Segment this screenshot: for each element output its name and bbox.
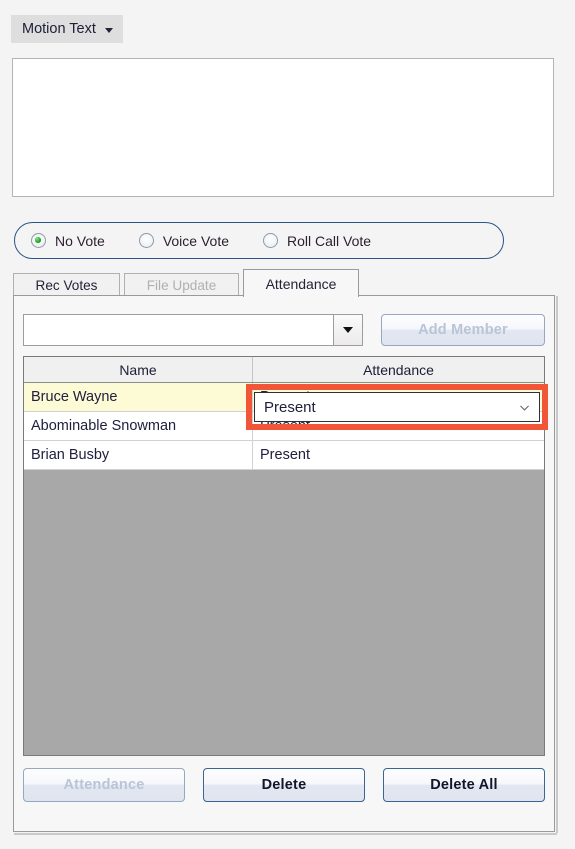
column-header-name-label: Name (119, 361, 157, 378)
tab-attendance[interactable]: Attendance (243, 269, 359, 297)
grid-action-buttons: Attendance Delete Delete All (23, 768, 545, 802)
column-header-name[interactable]: Name (24, 357, 253, 382)
cell-name[interactable]: Brian Busby (24, 441, 253, 469)
grid-empty-area (24, 470, 544, 755)
table-row[interactable]: Brian Busby Present (24, 441, 544, 470)
attendance-button-label: Attendance (63, 777, 145, 793)
tab-rec-votes-label: Rec Votes (35, 277, 98, 293)
add-member-button: Add Member (381, 314, 545, 346)
tabstrip: Rec Votes File Update Attendance (13, 269, 555, 297)
motion-text-button[interactable]: Motion Text (11, 15, 123, 43)
vote-type-group: No Vote Voice Vote Roll Call Vote (14, 222, 504, 259)
radio-roll-call-vote-label: Roll Call Vote (287, 232, 372, 249)
delete-button-label: Delete (261, 777, 307, 793)
tab-rec-votes[interactable]: Rec Votes (13, 273, 120, 296)
tab-attendance-label: Attendance (265, 275, 337, 292)
radio-voice-vote-icon (138, 233, 154, 248)
cell-name-label: Bruce Wayne (31, 389, 118, 405)
radio-roll-call-vote[interactable]: Roll Call Vote (263, 233, 371, 249)
delete-button[interactable]: Delete (203, 768, 365, 802)
cell-name[interactable]: Abominable Snowman (24, 412, 253, 440)
radio-no-vote-label: No Vote (55, 232, 105, 249)
motion-text-area[interactable] (12, 58, 554, 197)
chevron-down-icon (520, 404, 529, 411)
tab-file-update: File Update (124, 273, 239, 296)
radio-no-vote[interactable]: No Vote (31, 233, 105, 249)
attendance-cell-dropdown[interactable]: Present (254, 392, 540, 422)
radio-voice-vote-label: Voice Vote (162, 232, 229, 249)
motion-text-label: Motion Text (22, 21, 96, 37)
member-combo-arrow-button[interactable] (333, 315, 362, 345)
add-member-label: Add Member (418, 322, 508, 338)
radio-roll-call-vote-icon (263, 233, 278, 248)
panel-edge-right (556, 296, 558, 833)
delete-all-button[interactable]: Delete All (383, 768, 545, 802)
column-header-attendance-label: Attendance (363, 361, 434, 378)
panel-edge-bottom (14, 833, 557, 835)
grid-header-row: Name Attendance (24, 357, 544, 383)
cell-attendance-label: Present (260, 447, 310, 463)
cell-name[interactable]: Bruce Wayne (24, 383, 253, 411)
radio-voice-vote[interactable]: Voice Vote (138, 232, 229, 249)
tab-file-update-label: File Update (146, 277, 217, 293)
toolbar: Motion Text (0, 0, 575, 47)
radio-no-vote-icon (31, 233, 46, 248)
member-filter-row: Add Member (23, 314, 545, 346)
cell-name-label: Abominable Snowman (31, 418, 177, 434)
triangle-down-icon (343, 327, 353, 333)
caret-down-icon (104, 27, 113, 33)
attendance-cell-dropdown-value: Present (264, 398, 316, 416)
member-combo-input[interactable] (24, 315, 333, 345)
cell-name-label: Brian Busby (31, 447, 110, 463)
column-header-attendance[interactable]: Attendance (253, 357, 544, 382)
delete-all-button-label: Delete All (430, 777, 498, 793)
attendance-button: Attendance (23, 768, 185, 802)
attendance-panel: Add Member Name Attendance Bruce Wayne P… (13, 295, 555, 832)
member-combo[interactable] (23, 314, 363, 346)
cell-attendance[interactable]: Present (253, 441, 544, 469)
